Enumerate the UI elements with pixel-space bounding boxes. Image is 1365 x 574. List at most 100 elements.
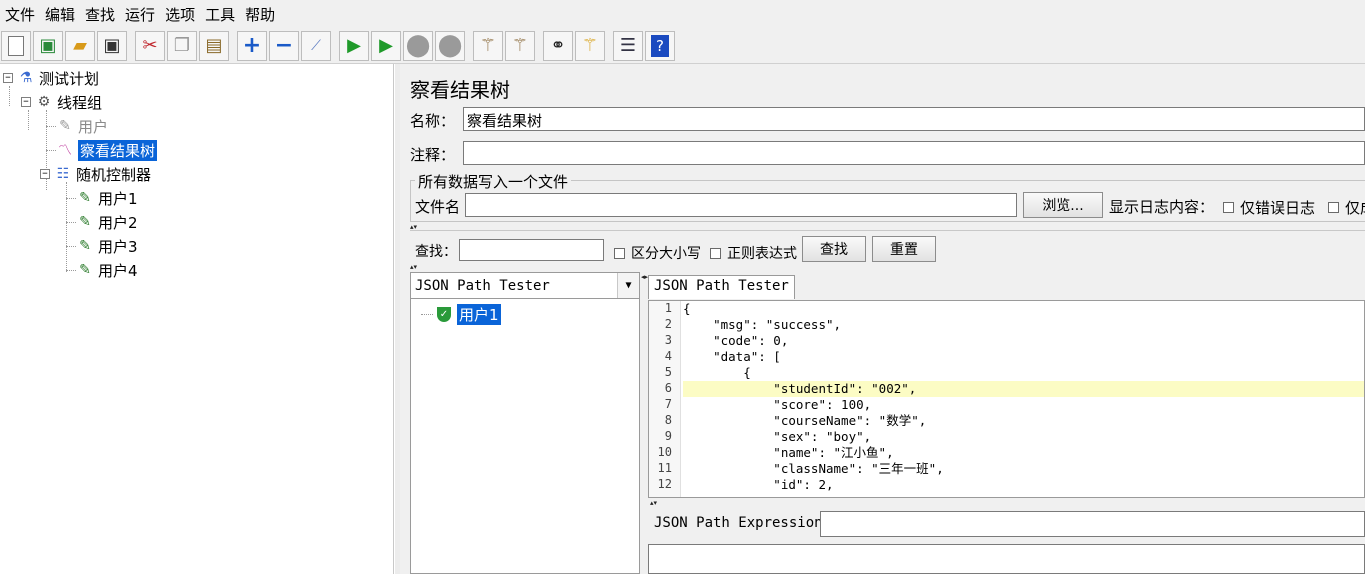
menu-options[interactable]: 选项 bbox=[162, 4, 202, 25]
line-number: 6 bbox=[664, 381, 672, 395]
pen-icon: ✎ bbox=[59, 118, 71, 134]
tree-guide bbox=[46, 126, 56, 127]
toolbar: ▣ ▰ ▣ ✂ ❐ ▤ + − ⟋ ▶ ▶ ⬤ ⬤ ⚚ ⚚ ⚭ ⚚ ☰ ? bbox=[0, 28, 1365, 64]
code-line: "className": "三年一班", bbox=[683, 461, 944, 476]
case-sensitive-checkbox[interactable]: 区分大小写 bbox=[614, 243, 701, 263]
tree-node-user2[interactable]: ✎ 用户2 bbox=[76, 211, 137, 233]
line-number: 3 bbox=[664, 333, 672, 347]
copy-icon[interactable]: ❐ bbox=[167, 30, 197, 61]
line-number: 11 bbox=[657, 461, 672, 475]
code-line: "data": [ bbox=[683, 349, 781, 364]
filename-label: 文件名 bbox=[415, 198, 461, 216]
reset-search-icon[interactable]: ⚚ bbox=[575, 30, 605, 61]
tree-guide bbox=[66, 198, 76, 199]
collapse-toggle-icon[interactable]: − bbox=[21, 97, 31, 107]
function-helper-icon[interactable]: ☰ bbox=[613, 30, 643, 61]
toggle-icon[interactable]: ⟋ bbox=[301, 30, 331, 61]
pen-icon: ✎ bbox=[79, 214, 91, 230]
tree-node-user3[interactable]: ✎ 用户3 bbox=[76, 235, 137, 257]
pen-icon: ✎ bbox=[79, 190, 91, 206]
shutdown-icon[interactable]: ⬤ bbox=[435, 30, 465, 61]
line-number: 12 bbox=[657, 477, 672, 491]
split-arrows-icon[interactable]: ▴▾ bbox=[410, 264, 417, 271]
line-number: 4 bbox=[664, 349, 672, 363]
write-to-file-title: 所有数据写入一个文件 bbox=[415, 171, 572, 192]
menu-run[interactable]: 运行 bbox=[122, 4, 162, 25]
reset-button[interactable]: 重置 bbox=[872, 236, 936, 262]
split-arrows-icon[interactable]: ◂▸ bbox=[641, 274, 648, 281]
pen-icon: ✎ bbox=[79, 238, 91, 254]
response-json-editor[interactable]: 1 2 3 4 5 6 7 8 9 10 11 12 { "msg": "suc… bbox=[648, 300, 1365, 498]
json-path-expression-label: JSON Path Expression bbox=[654, 515, 823, 531]
help-icon[interactable]: ? bbox=[645, 30, 675, 61]
search-input[interactable] bbox=[459, 239, 604, 261]
menu-search[interactable]: 查找 bbox=[82, 4, 122, 25]
tree-node-random-controller[interactable]: − ☷ 随机控制器 bbox=[40, 163, 151, 185]
new-icon[interactable] bbox=[1, 30, 31, 61]
code-line-highlighted: "studentId": "002", bbox=[683, 381, 1364, 397]
gear-icon: ⚙ bbox=[37, 94, 51, 110]
json-path-expression-input[interactable] bbox=[820, 511, 1365, 537]
collapse-icon[interactable]: − bbox=[269, 30, 299, 61]
tree-node-user1[interactable]: ✎ 用户1 bbox=[76, 187, 137, 209]
code-line: "courseName": "数学", bbox=[683, 413, 927, 428]
comment-label: 注释： bbox=[410, 146, 456, 164]
tree-node-thread-group[interactable]: − ⚙ 线程组 bbox=[21, 91, 102, 113]
success-shield-icon: ✓ bbox=[435, 305, 453, 323]
start-no-pause-icon[interactable]: ▶ bbox=[371, 30, 401, 61]
clear-all-icon[interactable]: ⚚ bbox=[505, 30, 535, 61]
tree-node-test-plan[interactable]: − ⚗ 测试计划 bbox=[3, 67, 99, 89]
tree-guide bbox=[28, 110, 29, 130]
comment-field[interactable] bbox=[463, 141, 1365, 165]
tree-guide bbox=[66, 270, 76, 271]
result-sample-user1[interactable]: ✓ 用户1 bbox=[421, 303, 501, 325]
open-icon[interactable]: ▰ bbox=[65, 30, 95, 61]
save-icon[interactable]: ▣ bbox=[97, 30, 127, 61]
flask-icon: ⚗ bbox=[19, 70, 33, 86]
collapse-toggle-icon[interactable]: − bbox=[40, 169, 50, 179]
code-line: "msg": "success", bbox=[683, 317, 842, 332]
errors-only-checkbox[interactable]: 仅错误日志 bbox=[1223, 197, 1315, 218]
tree-node-user4[interactable]: ✎ 用户4 bbox=[76, 259, 137, 281]
json-path-result-area[interactable] bbox=[648, 544, 1365, 574]
menu-file[interactable]: 文件 bbox=[2, 4, 42, 25]
paste-icon[interactable]: ▤ bbox=[199, 30, 229, 61]
divider bbox=[410, 230, 1365, 231]
search-label: 查找： bbox=[415, 244, 457, 260]
menu-bar: 文件 编辑 查找 运行 选项 工具 帮助 bbox=[0, 0, 1365, 28]
clear-icon[interactable]: ⚚ bbox=[473, 30, 503, 61]
browse-button[interactable]: 浏览... bbox=[1023, 192, 1103, 218]
collapse-toggle-icon[interactable]: − bbox=[3, 73, 13, 83]
line-number: 10 bbox=[657, 445, 672, 459]
search-icon[interactable]: ⚭ bbox=[543, 30, 573, 61]
chevron-down-icon[interactable]: ▼ bbox=[617, 273, 639, 298]
graph-icon: 〽 bbox=[58, 143, 72, 159]
split-arrows-icon[interactable]: ▴▾ bbox=[650, 500, 657, 507]
menu-edit[interactable]: 编辑 bbox=[42, 4, 82, 25]
tree-node-view-results-tree[interactable]: 〽 察看结果树 bbox=[56, 139, 158, 161]
start-icon[interactable]: ▶ bbox=[339, 30, 369, 61]
tab-json-path-tester[interactable]: JSON Path Tester bbox=[648, 275, 795, 299]
find-button[interactable]: 查找 bbox=[802, 236, 866, 262]
code-line: "name": "江小鱼", bbox=[683, 445, 894, 460]
regex-checkbox[interactable]: 正则表达式 bbox=[710, 243, 797, 263]
templates-icon[interactable]: ▣ bbox=[33, 30, 63, 61]
tree-node-user[interactable]: ✎ 用户 bbox=[56, 115, 108, 137]
success-only-checkbox[interactable]: 仅成 bbox=[1328, 197, 1365, 218]
code-line: "score": 100, bbox=[683, 397, 872, 412]
cut-icon[interactable]: ✂ bbox=[135, 30, 165, 61]
log-content-label: 显示日志内容： bbox=[1109, 198, 1215, 216]
tree-guide bbox=[9, 86, 10, 106]
filename-field[interactable] bbox=[465, 193, 1017, 217]
stop-icon[interactable]: ⬤ bbox=[403, 30, 433, 61]
line-number: 2 bbox=[664, 317, 672, 331]
renderer-select[interactable]: JSON Path Tester ▼ bbox=[411, 273, 639, 299]
expand-icon[interactable]: + bbox=[237, 30, 267, 61]
tree-guide bbox=[66, 246, 76, 247]
tree-guide bbox=[46, 150, 56, 151]
line-number: 8 bbox=[664, 413, 672, 427]
menu-help[interactable]: 帮助 bbox=[242, 4, 282, 25]
line-number: 9 bbox=[664, 429, 672, 443]
name-field[interactable]: 察看结果树 bbox=[463, 107, 1365, 131]
menu-tools[interactable]: 工具 bbox=[202, 4, 242, 25]
